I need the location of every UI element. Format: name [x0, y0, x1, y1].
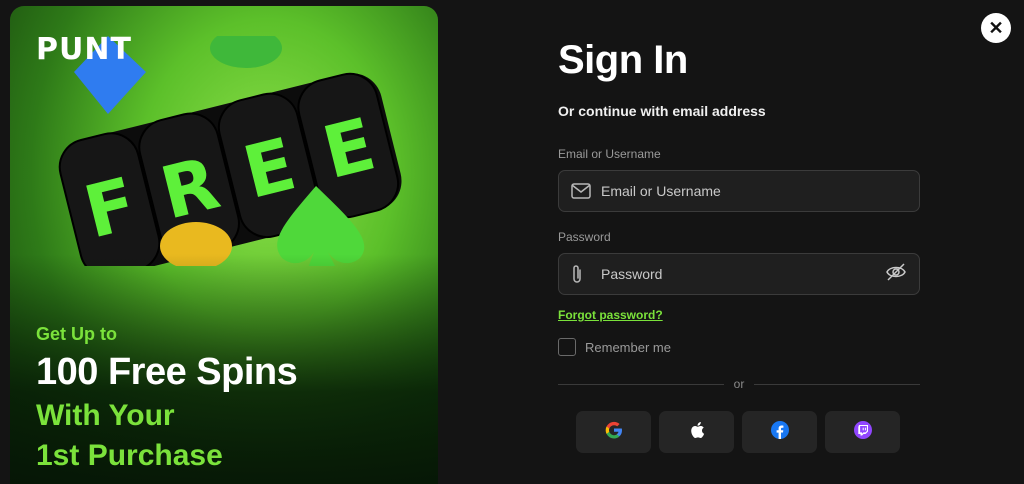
email-field[interactable]: Email or Username: [558, 170, 920, 212]
password-label: Password: [558, 230, 611, 244]
promo-text: Get Up to 100 Free Spins With Your 1st P…: [36, 324, 298, 476]
password-placeholder: Password: [601, 266, 663, 282]
forgot-password-link[interactable]: Forgot password?: [558, 308, 663, 322]
remember-me-label: Remember me: [585, 339, 671, 355]
apple-login-button[interactable]: [659, 411, 734, 453]
free-reel-graphic: F R E E: [46, 28, 406, 278]
facebook-login-button[interactable]: [742, 411, 817, 453]
promo-line-4: 1st Purchase: [36, 439, 223, 472]
sign-in-form: Sign In Or continue with email address E…: [558, 30, 921, 453]
paperclip-icon: [571, 265, 593, 283]
password-field[interactable]: Password: [558, 253, 920, 295]
promo-line-2: 100 Free Spins: [36, 351, 298, 393]
divider-line: [754, 383, 921, 385]
divider-line: [558, 383, 724, 385]
promo-line-3: With Your: [36, 399, 175, 432]
google-icon: [605, 421, 623, 444]
punt-logo: PUNT: [36, 32, 132, 67]
promo-line-1: Get Up to: [36, 324, 117, 344]
email-placeholder: Email or Username: [601, 183, 721, 199]
twitch-icon: [853, 420, 872, 444]
eye-off-icon[interactable]: [885, 262, 907, 286]
coin-graphic: [210, 28, 282, 68]
or-divider: or: [558, 377, 921, 391]
close-icon: ✕: [988, 17, 1004, 38]
envelope-icon: [571, 182, 593, 200]
page-title: Sign In: [558, 38, 688, 82]
twitch-login-button[interactable]: [825, 411, 900, 453]
email-label: Email or Username: [558, 147, 661, 161]
facebook-icon: [770, 420, 789, 444]
remember-me-checkbox[interactable]: [558, 338, 576, 356]
social-login-row: [576, 411, 920, 453]
promo-banner: F R E E PUNT Get Up to 100 Free Spins Wi…: [10, 6, 438, 484]
divider-text: or: [733, 377, 745, 391]
remember-me-row: Remember me: [558, 338, 920, 356]
form-subtitle: Or continue with email address: [558, 103, 766, 119]
close-button[interactable]: ✕: [981, 13, 1011, 43]
apple-icon: [689, 421, 705, 444]
google-login-button[interactable]: [576, 411, 651, 453]
